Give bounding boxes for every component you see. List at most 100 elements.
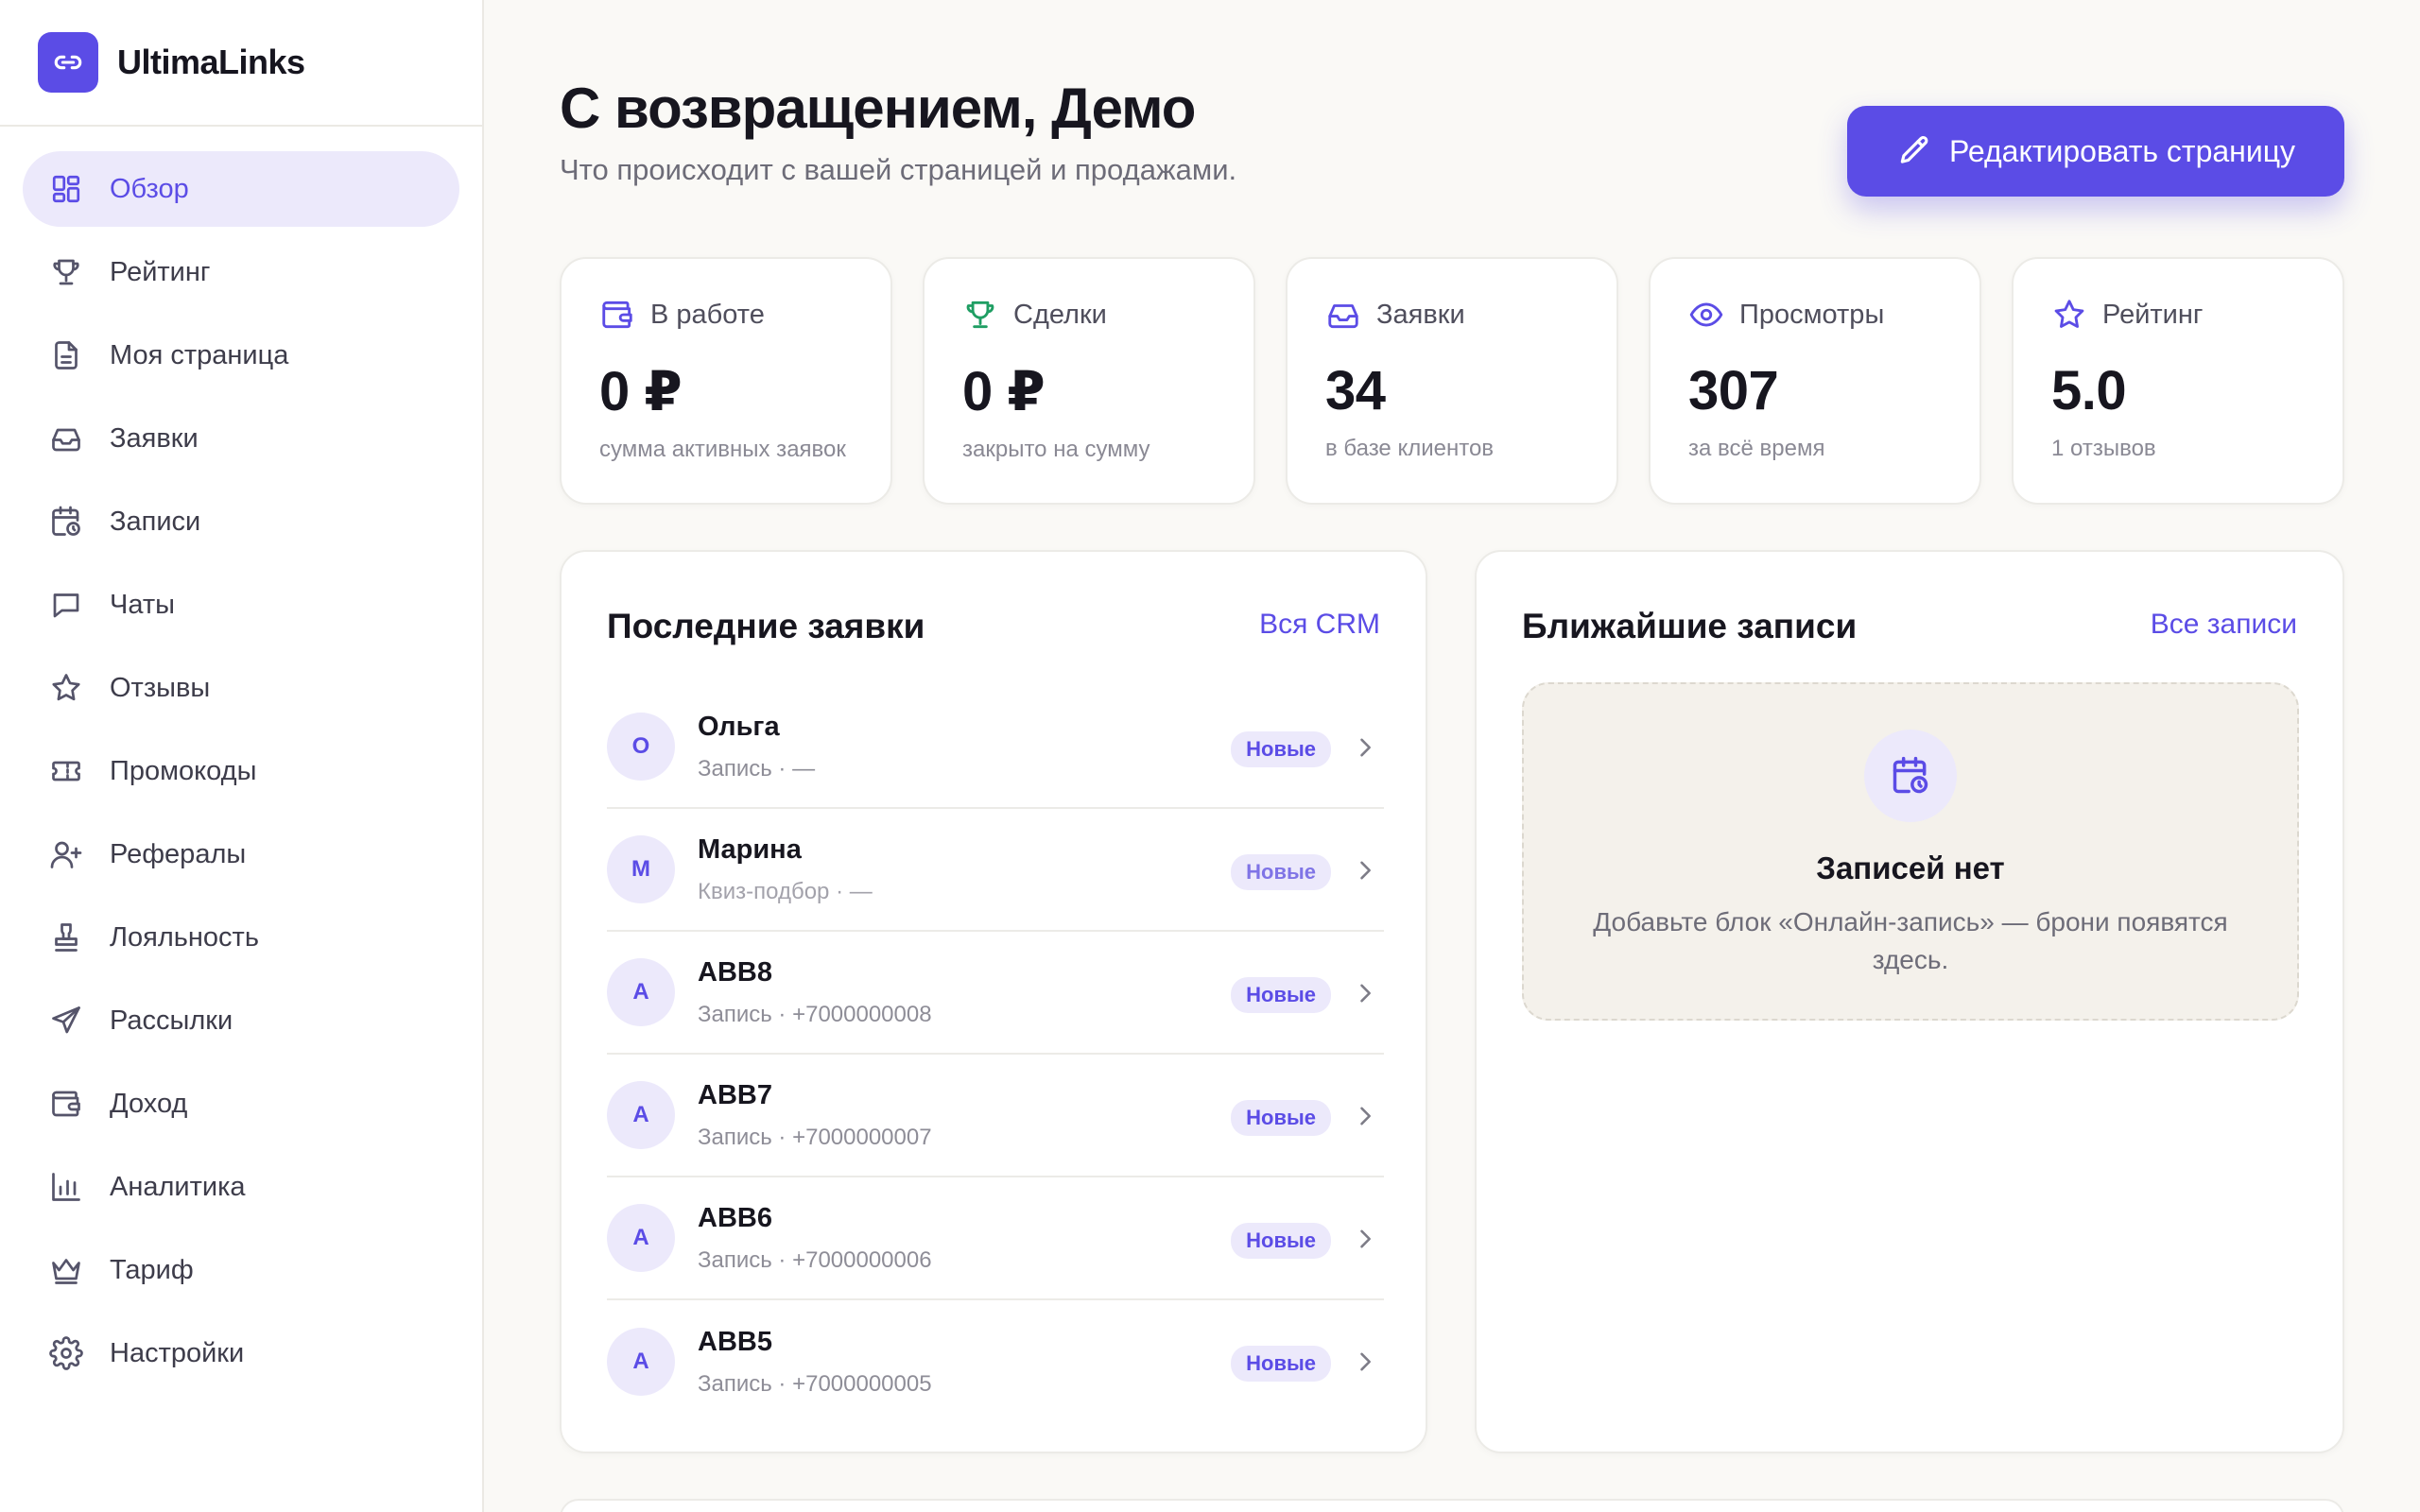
lead-name: АВВ6 (698, 1202, 772, 1233)
send-icon (49, 1004, 83, 1038)
page-subtitle: Что происходит с вашей страницей и прода… (560, 153, 1237, 186)
stat-note: в базе клиентов (1325, 436, 1495, 461)
status-badge: Новые (1231, 1223, 1331, 1259)
lead-name: АВВ5 (698, 1326, 772, 1357)
gear-icon (49, 1336, 83, 1370)
sidebar-item-income[interactable]: Доход (23, 1066, 459, 1142)
next-section-card (560, 1499, 2344, 1512)
lead-name: АВВ8 (698, 956, 772, 988)
sidebar-item-requests[interactable]: Заявки (23, 401, 459, 476)
status-badge: Новые (1231, 1346, 1331, 1382)
sidebar-item-overview[interactable]: Обзор (23, 151, 459, 227)
edit-page-label: Редактировать страницу (1948, 133, 2296, 168)
star-icon (2051, 297, 2087, 333)
sidebar-item-label: Моя страница (110, 339, 289, 370)
stat-label: Заявки (1376, 299, 1465, 330)
lead-row[interactable]: А АВВ7 Запись · +7000000007 Новые (607, 1055, 1384, 1177)
chat-icon (49, 588, 83, 622)
sidebar-nav: Обзор Рейтинг Моя страница Заявки Записи… (0, 127, 482, 1391)
sidebar-item-label: Настройки (110, 1337, 245, 1368)
ticket-icon (49, 754, 83, 788)
inbox-icon (49, 421, 83, 455)
bar-chart-icon (49, 1170, 83, 1204)
all-bookings-link[interactable]: Все записи (2151, 609, 2297, 641)
lead-row[interactable]: А АВВ5 Запись · +7000000005 Новые (607, 1300, 1384, 1423)
stat-card-rating: Рейтинг 5.0 1 отзывов (2012, 257, 2344, 505)
chevron-right-icon (1352, 1103, 1378, 1129)
lead-source: Запись · +7000000008 (698, 1001, 932, 1027)
empty-state-text: Добавьте блок «Онлайн-запись» — брони по… (1593, 907, 2228, 974)
status-badge: Новые (1231, 854, 1331, 890)
stat-note: сумма активных заявок (599, 437, 846, 462)
stat-card-in-progress: В работе 0 ₽ сумма активных заявок (560, 257, 892, 505)
sidebar-item-label: Обзор (110, 173, 189, 204)
sidebar-item-label: Отзывы (110, 672, 211, 703)
avatar: А (607, 1204, 675, 1272)
stat-label: Сделки (1013, 299, 1107, 330)
sidebar-item-bookings[interactable]: Записи (23, 484, 459, 559)
sidebar-item-settings[interactable]: Настройки (23, 1315, 459, 1391)
sidebar-item-promocodes[interactable]: Промокоды (23, 733, 459, 809)
sidebar-item-label: Чаты (110, 589, 175, 620)
dashboard-icon (49, 172, 83, 206)
chevron-right-icon (1352, 734, 1378, 761)
panel-title: Ближайшие записи (1522, 607, 1858, 645)
sidebar-item-analytics[interactable]: Аналитика (23, 1149, 459, 1225)
sidebar-item-mailings[interactable]: Рассылки (23, 983, 459, 1058)
sidebar-item-referrals[interactable]: Рефералы (23, 816, 459, 892)
status-badge: Новые (1231, 1100, 1331, 1136)
stat-value: 0 ₽ (962, 361, 1046, 422)
lead-source: Квиз-подбор · — (698, 878, 873, 904)
lead-source: Запись · — (698, 755, 816, 782)
edit-page-button[interactable]: Редактировать страницу (1847, 106, 2344, 197)
sidebar-item-loyalty[interactable]: Лояльность (23, 900, 459, 975)
lead-row[interactable]: А АВВ6 Запись · +7000000006 Новые (607, 1177, 1384, 1300)
avatar: А (607, 1328, 675, 1396)
avatar: А (607, 958, 675, 1026)
stat-value: 34 (1325, 360, 1386, 421)
lead-name: АВВ7 (698, 1079, 772, 1110)
upcoming-bookings-panel: Ближайшие записи Все записи Записей нет … (1475, 550, 2344, 1453)
lead-row[interactable]: М Марина Квиз-подбор · — Новые (607, 809, 1384, 932)
avatar: М (607, 835, 675, 903)
sidebar-item-label: Рейтинг (110, 256, 211, 287)
chevron-right-icon (1352, 857, 1378, 884)
stat-card-requests: Заявки 34 в базе клиентов (1286, 257, 1618, 505)
user-plus-icon (49, 837, 83, 871)
panel-title: Последние заявки (607, 607, 925, 645)
sidebar-item-my-page[interactable]: Моя страница (23, 318, 459, 393)
recent-requests-panel: Последние заявки Вся CRM О Ольга Запись … (560, 550, 1427, 1453)
sidebar-item-label: Тариф (110, 1254, 194, 1285)
lead-row[interactable]: О Ольга Запись · — Новые (607, 686, 1384, 809)
link-icon (38, 32, 98, 93)
stat-value: 5.0 (2051, 360, 2127, 421)
sidebar-item-tariff[interactable]: Тариф (23, 1232, 459, 1308)
crown-icon (49, 1253, 83, 1287)
all-crm-link[interactable]: Вся CRM (1259, 609, 1380, 641)
trophy-icon (962, 297, 998, 333)
calendar-clock-icon (1864, 730, 1957, 822)
sidebar-item-label: Заявки (110, 422, 199, 454)
lead-row[interactable]: А АВВ8 Запись · +7000000008 Новые (607, 932, 1384, 1055)
brand[interactable]: UltimaLinks (0, 0, 482, 127)
stat-label: В работе (650, 299, 765, 330)
lead-name: Марина (698, 833, 802, 865)
chevron-right-icon (1352, 1349, 1378, 1375)
sidebar-item-label: Рефералы (110, 838, 247, 869)
lead-name: Ольга (698, 711, 780, 742)
chevron-right-icon (1352, 1226, 1378, 1252)
sidebar-item-reviews[interactable]: Отзывы (23, 650, 459, 726)
sidebar-item-chats[interactable]: Чаты (23, 567, 459, 643)
status-badge: Новые (1231, 977, 1331, 1013)
trophy-icon (49, 255, 83, 289)
eye-icon (1688, 297, 1724, 333)
empty-state-title: Записей нет (1816, 850, 2005, 885)
document-icon (49, 338, 83, 372)
sidebar-item-rating[interactable]: Рейтинг (23, 234, 459, 310)
stat-note: за всё время (1688, 436, 1825, 461)
sidebar: UltimaLinks Обзор Рейтинг Моя страница З… (0, 0, 484, 1512)
empty-state: Записей нет Добавьте блок «Онлайн-запись… (1522, 682, 2299, 1021)
sidebar-item-label: Аналитика (110, 1171, 246, 1202)
sidebar-item-label: Записи (110, 506, 201, 537)
stat-note: закрыто на сумму (962, 437, 1150, 462)
